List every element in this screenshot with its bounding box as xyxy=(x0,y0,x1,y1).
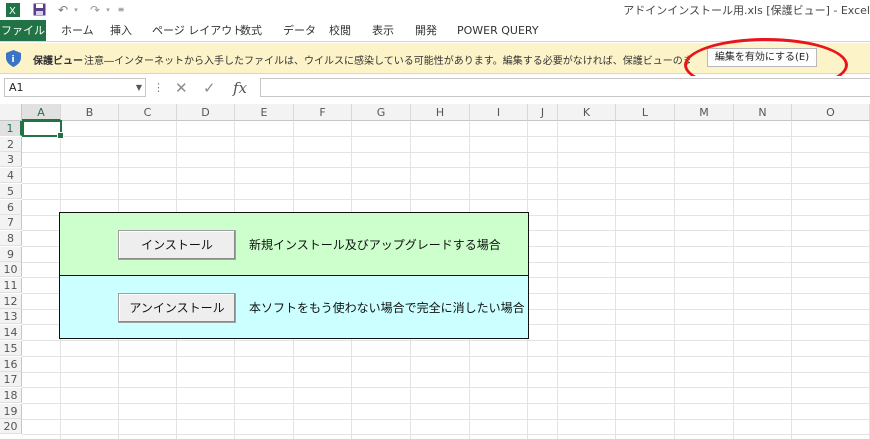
row-header-9[interactable]: 9 xyxy=(0,246,22,262)
row-header-6[interactable]: 6 xyxy=(0,199,22,215)
row-header-7[interactable]: 7 xyxy=(0,215,22,231)
column-gridline xyxy=(791,121,792,439)
install-button[interactable]: インストール xyxy=(118,230,236,260)
row-header-2[interactable]: 2 xyxy=(0,136,22,152)
tab-power-query[interactable]: POWER QUERY xyxy=(457,20,539,41)
row-header-12[interactable]: 12 xyxy=(0,293,22,309)
shield-icon: i xyxy=(6,50,21,67)
row-gridline xyxy=(22,198,870,200)
row-gridline xyxy=(22,434,870,436)
undo-icon[interactable]: ↶ xyxy=(55,2,71,17)
column-header-a[interactable]: A xyxy=(22,104,61,121)
name-box-value: A1 xyxy=(9,81,24,94)
column-header-e[interactable]: E xyxy=(235,104,294,121)
row-header-17[interactable]: 17 xyxy=(0,372,22,388)
row-header-5[interactable]: 5 xyxy=(0,183,22,199)
column-header-b[interactable]: B xyxy=(61,104,119,121)
save-icon[interactable] xyxy=(32,2,46,17)
column-header-f[interactable]: F xyxy=(294,104,352,121)
select-all-corner[interactable] xyxy=(0,104,22,121)
name-box-dropdown-icon[interactable]: ▼ xyxy=(136,79,142,96)
formula-bar-splitter[interactable]: ⋮ xyxy=(153,81,164,94)
row-gridline xyxy=(22,136,870,137)
row-gridline xyxy=(22,340,870,342)
column-header-n[interactable]: N xyxy=(734,104,792,121)
row-header-19[interactable]: 19 xyxy=(0,403,22,419)
tab-page-layout[interactable]: ページ レイアウト xyxy=(152,20,243,41)
row-header-16[interactable]: 16 xyxy=(0,356,22,372)
excel-logo-icon: X xyxy=(6,2,20,17)
column-header-j[interactable]: J xyxy=(528,104,558,121)
formula-input[interactable] xyxy=(260,78,870,97)
column-header-m[interactable]: M xyxy=(675,104,734,121)
column-header-i[interactable]: I xyxy=(470,104,528,121)
row-header-14[interactable]: 14 xyxy=(0,325,22,341)
formula-bar: A1 ▼ ⋮ ✕ ✓ fx xyxy=(0,76,870,100)
svg-text:X: X xyxy=(9,6,16,17)
tab-insert[interactable]: 挿入 xyxy=(110,20,132,41)
window-title: アドインインストール用.xls [保護ビュー] - Excel xyxy=(623,4,870,17)
column-gridline xyxy=(674,121,675,439)
row-gridline xyxy=(22,355,870,357)
column-gridline xyxy=(557,121,558,439)
column-header-k[interactable]: K xyxy=(558,104,616,121)
column-header-g[interactable]: G xyxy=(352,104,411,121)
uninstall-description: 本ソフトをもう使わない場合で完全に消したい場合 xyxy=(249,301,525,315)
row-gridline xyxy=(22,151,870,153)
row-header-10[interactable]: 10 xyxy=(0,262,22,278)
row-header-8[interactable]: 8 xyxy=(0,230,22,246)
row-gridline xyxy=(22,418,870,420)
tab-review[interactable]: 校閲 xyxy=(329,20,351,41)
row-header-4[interactable]: 4 xyxy=(0,168,22,184)
row-header-3[interactable]: 3 xyxy=(0,152,22,168)
row-gridline xyxy=(22,167,870,169)
title-bar: X ↶ ▾ ↷ ▾ ≡ アドインインストール用.xls [保護ビュー] - Ex… xyxy=(0,0,870,19)
column-header-o[interactable]: O xyxy=(792,104,870,121)
active-cell-a1[interactable] xyxy=(22,120,64,139)
undo-dropdown-icon[interactable]: ▾ xyxy=(72,2,80,17)
tab-home[interactable]: ホーム xyxy=(61,20,94,41)
insert-function-icon[interactable]: fx xyxy=(233,79,247,97)
redo-dropdown-icon[interactable]: ▾ xyxy=(104,2,112,17)
tab-data[interactable]: データ xyxy=(283,20,316,41)
name-box[interactable]: A1 ▼ xyxy=(4,78,146,97)
tab-file[interactable]: ファイル xyxy=(0,20,46,41)
row-header-15[interactable]: 15 xyxy=(0,340,22,356)
svg-text:i: i xyxy=(12,55,15,65)
row-gridline xyxy=(22,387,870,389)
column-header-h[interactable]: H xyxy=(411,104,470,121)
tab-view[interactable]: 表示 xyxy=(372,20,394,41)
column-gridline xyxy=(733,121,734,439)
column-header-c[interactable]: C xyxy=(119,104,177,121)
column-header-l[interactable]: L xyxy=(616,104,675,121)
enter-icon[interactable]: ✓ xyxy=(203,79,216,97)
row-header-1[interactable]: 1 xyxy=(0,121,22,136)
uninstall-button[interactable]: アンインストール xyxy=(118,293,236,323)
row-gridline xyxy=(22,371,870,373)
row-gridline xyxy=(22,402,870,404)
row-header-13[interactable]: 13 xyxy=(0,309,22,325)
tab-formulas[interactable]: 数式 xyxy=(240,20,262,41)
row-header-18[interactable]: 18 xyxy=(0,387,22,403)
protected-view-label: 保護ビュー xyxy=(33,56,83,67)
row-header-11[interactable]: 11 xyxy=(0,278,22,293)
uninstall-panel: アンインストール 本ソフトをもう使わない場合で完全に消したい場合 xyxy=(59,275,529,339)
install-description: 新規インストール及びアップグレードする場合 xyxy=(249,238,501,252)
row-header-20[interactable]: 20 xyxy=(0,419,22,435)
protected-view-message: 注意―インターネットから入手したファイルは、ウイルスに感染している可能性がありま… xyxy=(84,56,690,67)
tab-developer[interactable]: 開発 xyxy=(415,20,437,41)
row-gridline xyxy=(22,183,870,185)
redo-icon[interactable]: ↷ xyxy=(87,2,103,17)
column-gridline xyxy=(615,121,616,439)
column-header-d[interactable]: D xyxy=(177,104,235,121)
customize-quick-access-icon[interactable]: ≡ xyxy=(117,2,125,17)
install-panel: インストール 新規インストール及びアップグレードする場合 xyxy=(59,212,529,276)
cancel-icon[interactable]: ✕ xyxy=(175,79,188,97)
